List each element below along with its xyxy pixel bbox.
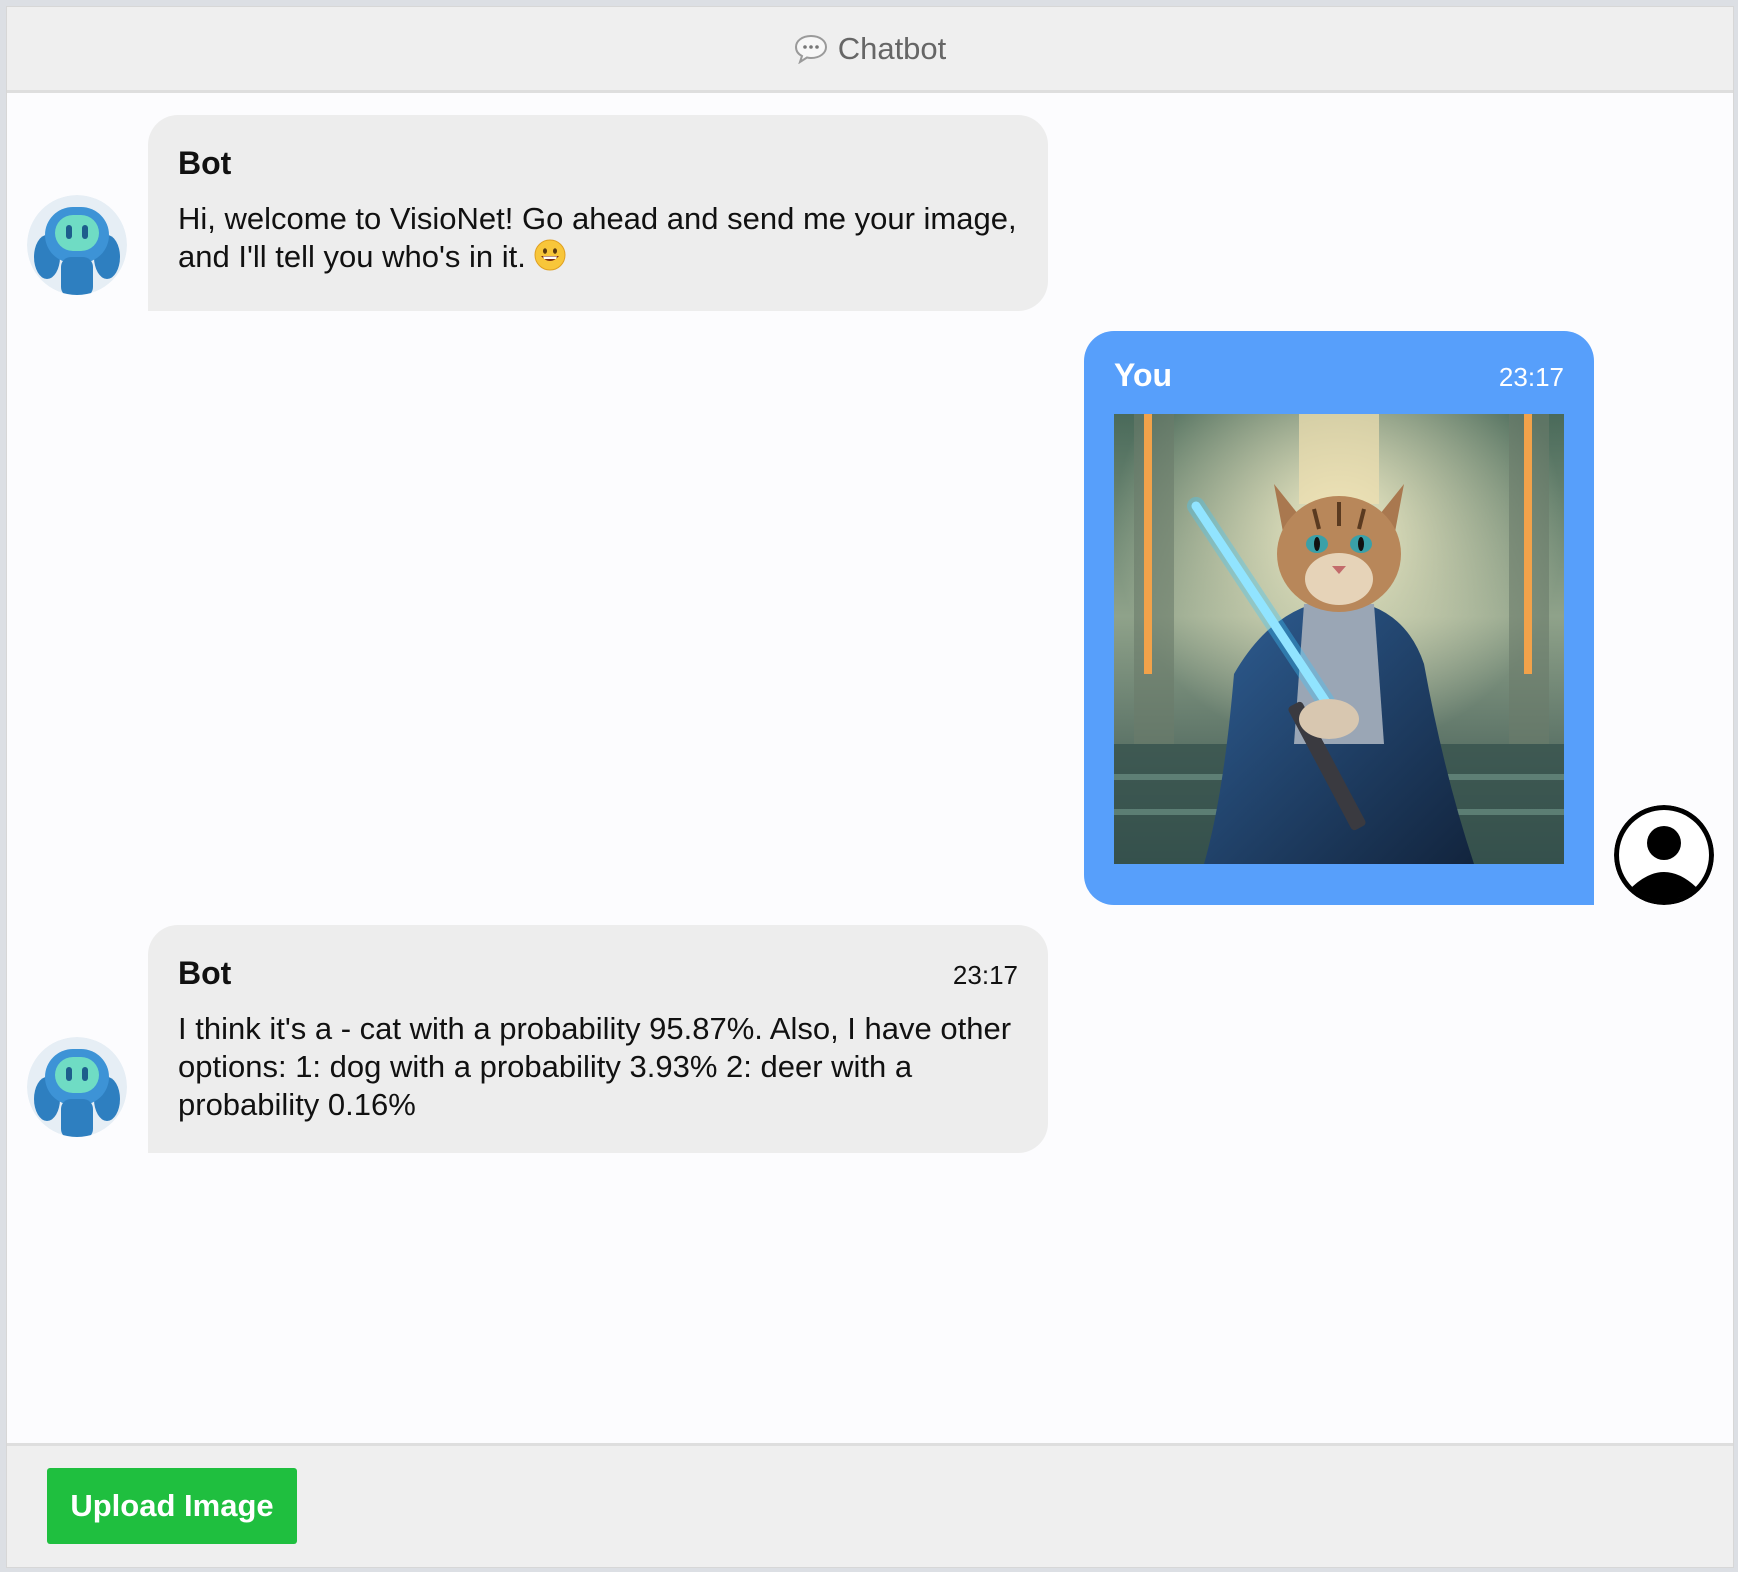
message-time: 23:17 bbox=[1498, 362, 1564, 392]
bot-avatar bbox=[27, 1037, 127, 1137]
user-message: You 23:17 bbox=[1084, 331, 1594, 905]
chat-title: Chatbot bbox=[837, 30, 947, 66]
message-body: Hi, welcome to VisioNet! Go ahead and se… bbox=[178, 201, 1017, 274]
cat-jedi-lightsaber-image[interactable] bbox=[1114, 414, 1564, 864]
sender-name: Bot bbox=[178, 145, 232, 181]
chat-bubble-icon bbox=[794, 34, 828, 64]
user-avatar bbox=[1614, 805, 1714, 905]
message-text: I think it's a - cat with a probability … bbox=[178, 1011, 1012, 1122]
message-text: Hi, welcome to VisioNet! Go ahead and se… bbox=[178, 200, 1018, 280]
message-list[interactable]: Bot Hi, welcome to VisioNet! Go ahead an… bbox=[7, 93, 1733, 1451]
bot-avatar bbox=[27, 195, 127, 295]
sender-name: Bot bbox=[178, 955, 232, 991]
chat-header: Chatbot bbox=[7, 7, 1733, 93]
message-time: 23:17 bbox=[952, 960, 1018, 990]
upload-image-button[interactable]: Upload Image bbox=[47, 1468, 297, 1544]
chat-window: Chatbot Bot Hi, welcome to VisioNet! Go … bbox=[6, 6, 1734, 1568]
bot-message: Bot 23:17 I think it's a - cat with a pr… bbox=[148, 925, 1048, 1153]
chat-footer: Upload Image bbox=[7, 1443, 1733, 1567]
grinning-face-icon bbox=[534, 239, 566, 280]
sender-name: You bbox=[1114, 357, 1173, 393]
bot-message: Bot Hi, welcome to VisioNet! Go ahead an… bbox=[148, 115, 1048, 311]
